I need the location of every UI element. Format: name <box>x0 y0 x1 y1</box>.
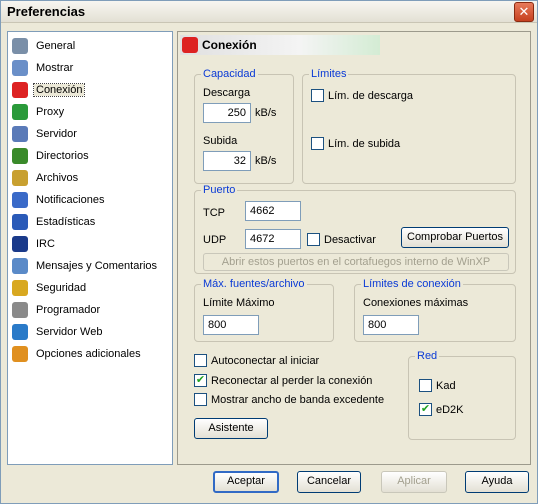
sidebar-item-irc[interactable]: IRC <box>12 234 57 254</box>
cancel-button[interactable]: Cancelar <box>297 471 361 493</box>
sidebar-item-seguridad[interactable]: Seguridad <box>12 278 88 298</box>
max-sources-input[interactable]: 800 <box>203 315 259 335</box>
window-title: Preferencias <box>7 4 86 19</box>
check-icon: ✔ <box>194 374 207 387</box>
max-connections-label: Conexiones máximas <box>363 297 469 309</box>
download-capacity-input[interactable]: 250 <box>203 103 251 123</box>
limits-group: Límites Lím. de descarga Lím. de subida <box>302 68 516 184</box>
check-ports-button[interactable]: Comprobar Puertos <box>401 227 509 248</box>
upload-label: Subida <box>203 135 238 147</box>
server-icon <box>12 126 28 142</box>
close-button[interactable]: ✕ <box>514 2 534 22</box>
udp-port-input[interactable]: 4672 <box>245 229 301 249</box>
checkbox-box <box>307 233 320 246</box>
title-bar: Preferencias ✕ <box>1 1 537 23</box>
connection-icon <box>182 37 198 53</box>
accept-button[interactable]: Aceptar <box>213 471 279 493</box>
sidebar-item-servidor-web[interactable]: Servidor Web <box>12 322 104 342</box>
sidebar-item-general[interactable]: General <box>12 36 77 56</box>
kad-checkbox[interactable]: Kad <box>419 379 456 392</box>
connection-panel: Conexión Capacidad Descarga 250 kB/s Sub… <box>177 31 531 465</box>
port-legend: Puerto <box>201 184 238 196</box>
help-button[interactable]: Ayuda <box>465 471 529 493</box>
connection-limits-group: Límites de conexión Conexiones máximas 8… <box>354 278 516 342</box>
extra-options-icon <box>12 346 28 362</box>
checkbox-box <box>194 393 207 406</box>
network-group: Red Kad ✔ eD2K <box>408 350 516 440</box>
max-limit-label: Límite Máximo <box>203 297 275 309</box>
tcp-label: TCP <box>203 207 225 219</box>
irc-icon <box>12 236 28 252</box>
panel-header: Conexión <box>180 35 380 55</box>
wizard-button[interactable]: Asistente <box>194 418 268 439</box>
sidebar-item-proxy[interactable]: Proxy <box>12 102 66 122</box>
upload-limit-checkbox[interactable]: Lím. de subida <box>311 137 400 150</box>
apply-button[interactable]: Aplicar <box>381 471 447 493</box>
udp-label: UDP <box>203 234 227 246</box>
sidebar-item-mensajes[interactable]: Mensajes y Comentarios <box>12 256 159 276</box>
sidebar-item-mostrar[interactable]: Mostrar <box>12 58 75 78</box>
download-unit: kB/s <box>255 107 277 119</box>
capacity-legend: Capacidad <box>201 68 258 80</box>
max-connections-input[interactable]: 800 <box>363 315 419 335</box>
files-icon <box>12 170 28 186</box>
ed2k-checkbox[interactable]: ✔ eD2K <box>419 403 464 416</box>
messages-icon <box>12 258 28 274</box>
disable-udp-checkbox[interactable]: Desactivar <box>307 233 376 246</box>
network-legend: Red <box>415 350 440 362</box>
upload-unit: kB/s <box>255 155 277 167</box>
sidebar-item-servidor[interactable]: Servidor <box>12 124 79 144</box>
download-label: Descarga <box>203 87 251 99</box>
upload-capacity-input[interactable]: 32 <box>203 151 251 171</box>
webserver-icon <box>12 324 28 340</box>
panel-title: Conexión <box>202 38 257 52</box>
security-icon <box>12 280 28 296</box>
open-firewall-ports-button[interactable]: Abrir estos puertos en el cortafuegos in… <box>203 253 509 271</box>
proxy-icon <box>12 104 28 120</box>
port-group: Puerto TCP 4662 UDP 4672 Desactivar Comp… <box>194 184 516 274</box>
autoconnect-checkbox[interactable]: Autoconectar al iniciar <box>194 354 319 367</box>
sidebar-item-notificaciones[interactable]: Notificaciones <box>12 190 106 210</box>
connection-icon <box>12 82 28 98</box>
sidebar-item-programador[interactable]: Programador <box>12 300 102 320</box>
general-icon <box>12 38 28 54</box>
show-overhead-checkbox[interactable]: Mostrar ancho de banda excedente <box>194 393 384 406</box>
display-icon <box>12 60 28 76</box>
capacity-group: Capacidad Descarga 250 kB/s Subida 32 kB… <box>194 68 294 184</box>
tcp-port-input[interactable]: 4662 <box>245 201 301 221</box>
checkbox-box <box>311 137 324 150</box>
notifications-icon <box>12 192 28 208</box>
scheduler-icon <box>12 302 28 318</box>
checkbox-box <box>194 354 207 367</box>
sidebar-item-estadisticas[interactable]: Estadísticas <box>12 212 97 232</box>
check-icon: ✔ <box>419 403 432 416</box>
limits-legend: Límites <box>309 68 349 80</box>
folders-icon <box>12 148 28 164</box>
download-limit-checkbox[interactable]: Lím. de descarga <box>311 89 413 102</box>
sidebar-item-opciones-adicionales[interactable]: Opciones adicionales <box>12 344 143 364</box>
sidebar-item-conexion[interactable]: Conexión <box>12 80 86 100</box>
sidebar-item-archivos[interactable]: Archivos <box>12 168 80 188</box>
connection-limits-legend: Límites de conexión <box>361 278 463 290</box>
sidebar-item-directorios[interactable]: Directorios <box>12 146 91 166</box>
checkbox-box <box>311 89 324 102</box>
statistics-icon <box>12 214 28 230</box>
max-sources-group: Máx. fuentes/archivo Límite Máximo 800 <box>194 278 334 342</box>
checkbox-box <box>419 379 432 392</box>
max-sources-legend: Máx. fuentes/archivo <box>201 278 307 290</box>
category-list: General Mostrar Conexión Proxy Servidor … <box>7 31 173 465</box>
preferences-window: Preferencias ✕ General Mostrar Conexión … <box>0 0 538 504</box>
reconnect-checkbox[interactable]: ✔ Reconectar al perder la conexión <box>194 374 372 387</box>
